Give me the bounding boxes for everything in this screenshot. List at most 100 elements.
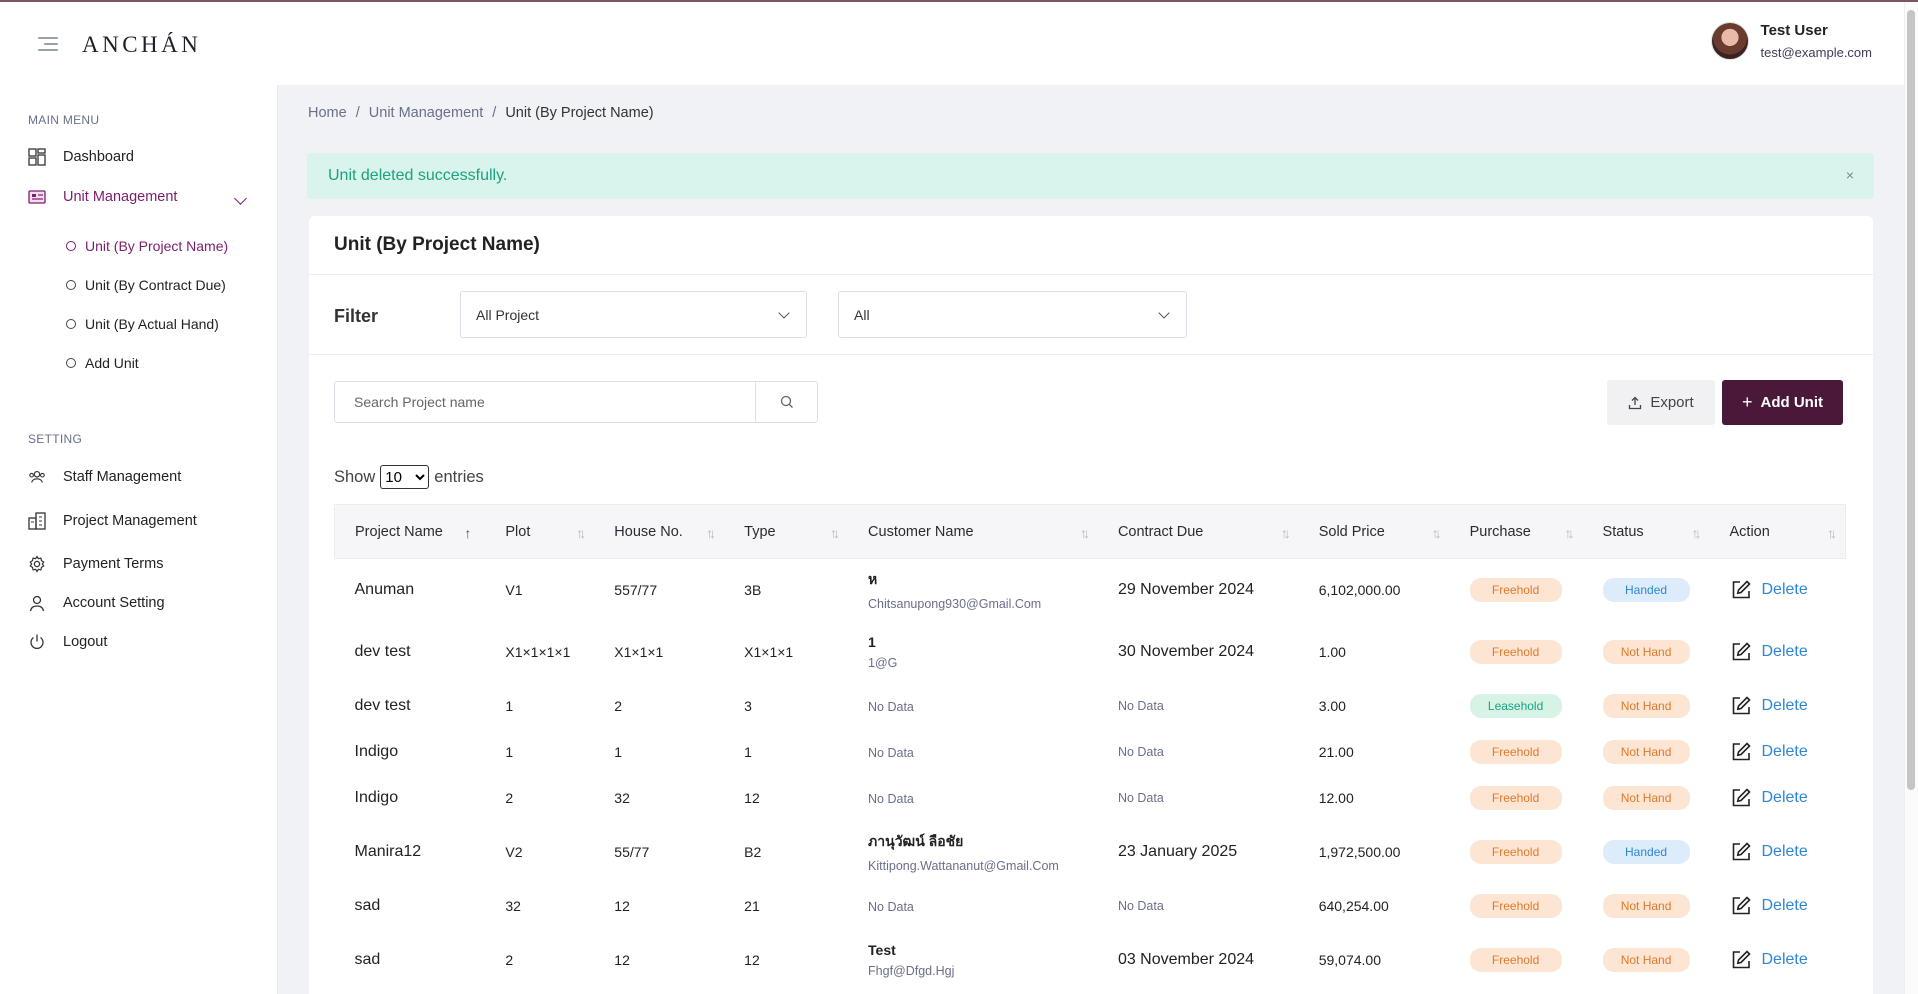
sort-icon[interactable]: ↑↓ <box>576 525 586 541</box>
avatar[interactable] <box>1710 22 1749 60</box>
sidebar-item-label: Dashboard <box>63 149 134 165</box>
sort-icon[interactable]: ↑↓ <box>1692 525 1702 541</box>
sort-icon[interactable]: ↑↓ <box>1432 525 1442 541</box>
delete-link[interactable]: Delete <box>1762 789 1808 807</box>
delete-action[interactable]: Delete <box>1730 787 1846 809</box>
customer-name: Test <box>868 941 896 958</box>
delete-link[interactable]: Delete <box>1762 897 1808 915</box>
column-header-type[interactable]: Type ↑↓ <box>724 504 849 559</box>
scrollbar-thumb[interactable] <box>1907 10 1915 790</box>
header-label: Contract Due <box>1117 523 1204 540</box>
delete-link[interactable]: Delete <box>1762 843 1808 861</box>
delete-action[interactable]: Delete <box>1730 841 1846 863</box>
column-header-contract-due[interactable]: Contract Due ↑↓ <box>1097 504 1299 559</box>
cell-action: Delete <box>1710 559 1846 621</box>
cell-action: Delete <box>1710 929 1846 991</box>
table-row: Anuman V1 557/77 3B ห Chitsanupong930@Gmail.C… <box>335 559 1846 621</box>
breadcrumb-home[interactable]: Home <box>308 105 347 121</box>
sidebar-subitem-unit-by-project[interactable]: Unit (By Project Name) <box>66 238 228 254</box>
app-logo[interactable]: ANCHÁN <box>82 32 201 58</box>
column-header-plot[interactable]: Plot ↑↓ <box>485 504 595 559</box>
menu-toggle-icon[interactable] <box>38 37 58 51</box>
edit-icon[interactable] <box>1730 949 1752 971</box>
sidebar-item-payment-terms[interactable]: Payment Terms <box>28 555 163 573</box>
page-size-control: Show 10 entries <box>334 465 484 489</box>
status-filter-select[interactable]: All <box>838 291 1187 338</box>
subitem-label: Add Unit <box>85 355 139 371</box>
sidebar-subitem-add-unit[interactable]: Add Unit <box>66 355 139 371</box>
delete-link[interactable]: Delete <box>1762 951 1808 969</box>
cell-contract-due: No Data <box>1098 883 1299 929</box>
delete-link[interactable]: Delete <box>1762 697 1808 715</box>
column-header-house-no[interactable]: House No. ↑↓ <box>594 504 725 559</box>
cell-purchase: Freehold <box>1450 621 1583 683</box>
edit-icon[interactable] <box>1730 579 1752 601</box>
breadcrumb-unit-management[interactable]: Unit Management <box>369 105 483 121</box>
no-data-text: No Data <box>868 699 914 714</box>
export-button[interactable]: Export <box>1607 380 1715 425</box>
sidebar-subitem-unit-by-contract-due[interactable]: Unit (By Contract Due) <box>66 277 226 293</box>
project-filter-select[interactable]: All Project <box>460 291 807 338</box>
page-scrollbar[interactable] <box>1904 2 1918 994</box>
sort-icon[interactable]: ↑↓ <box>706 525 716 541</box>
sidebar-item-account-setting[interactable]: Account Setting <box>28 594 165 612</box>
chevron-down-icon[interactable] <box>234 192 247 205</box>
delete-action[interactable]: Delete <box>1730 949 1846 971</box>
sidebar: MAIN MENU Dashboard Unit Management Unit… <box>0 85 278 994</box>
column-header-action[interactable]: Action ↑↓ <box>1709 504 1846 559</box>
cell-action: Delete <box>1710 621 1846 683</box>
cell-purchase: Freehold <box>1450 775 1583 821</box>
sort-icon[interactable]: ↑↓ <box>1080 525 1090 541</box>
cell-project-name: sad <box>354 896 381 914</box>
column-header-sold-price[interactable]: Sold Price ↑↓ <box>1298 504 1450 559</box>
column-header-customer-name[interactable]: Customer Name ↑↓ <box>848 504 1098 559</box>
sidebar-item-unit-management[interactable]: Unit Management <box>28 188 177 206</box>
cell-project-name: sad <box>354 950 381 968</box>
purchase-badge: Freehold <box>1469 947 1562 972</box>
delete-action[interactable]: Delete <box>1730 579 1846 601</box>
search-box <box>334 381 818 423</box>
add-unit-button[interactable]: + Add Unit <box>1722 380 1843 425</box>
delete-link[interactable]: Delete <box>1762 743 1808 761</box>
sort-icon[interactable]: ↑↓ <box>1827 525 1837 541</box>
subitem-label: Unit (By Actual Hand) <box>85 316 219 332</box>
cell-project-name: Indigo <box>354 742 399 760</box>
user-profile[interactable]: Test User test@example.com <box>1710 22 1872 60</box>
edit-icon[interactable] <box>1730 841 1752 863</box>
header-label: Sold Price <box>1318 523 1385 540</box>
column-header-purchase[interactable]: Purchase ↑↓ <box>1449 504 1583 559</box>
search-input[interactable] <box>335 382 757 422</box>
delete-action[interactable]: Delete <box>1730 741 1846 763</box>
delete-action[interactable]: Delete <box>1730 695 1846 717</box>
sidebar-subitem-unit-by-actual-hand[interactable]: Unit (By Actual Hand) <box>66 316 219 332</box>
edit-icon[interactable] <box>1730 695 1752 717</box>
delete-link[interactable]: Delete <box>1762 581 1808 599</box>
sidebar-item-project-management[interactable]: Project Management <box>28 512 197 530</box>
sidebar-item-label: Project Management <box>63 513 197 529</box>
table-row: dev test 1 2 3 No Data No Data 3.00 Leasehold No… <box>335 683 1846 729</box>
cell-action: Delete <box>1710 729 1846 775</box>
edit-icon[interactable] <box>1730 895 1752 917</box>
edit-icon[interactable] <box>1730 787 1752 809</box>
sort-icon[interactable]: ↑↓ <box>1565 525 1575 541</box>
sort-icon[interactable]: ↑↓ <box>1281 525 1291 541</box>
search-button[interactable] <box>755 382 817 422</box>
user-icon <box>28 594 46 612</box>
sidebar-item-dashboard[interactable]: Dashboard <box>28 148 134 166</box>
delete-action[interactable]: Delete <box>1730 895 1846 917</box>
close-icon[interactable]: × <box>1846 167 1854 183</box>
no-data-text: No Data <box>1117 698 1164 713</box>
delete-link[interactable]: Delete <box>1762 643 1808 661</box>
divider <box>309 274 1873 275</box>
edit-icon[interactable] <box>1730 741 1752 763</box>
sort-asc-icon[interactable]: ↑ <box>464 525 471 541</box>
sidebar-item-staff-management[interactable]: Staff Management <box>28 468 181 486</box>
page-size-select[interactable]: 10 <box>380 465 430 489</box>
sort-icon[interactable]: ↑↓ <box>830 525 840 541</box>
cell-plot: 32 <box>505 897 521 914</box>
column-header-project-name[interactable]: Project Name ↑ <box>334 504 486 559</box>
sidebar-item-logout[interactable]: Logout <box>28 633 107 651</box>
edit-icon[interactable] <box>1730 641 1752 663</box>
column-header-status[interactable]: Status ↑↓ <box>1582 504 1710 559</box>
delete-action[interactable]: Delete <box>1730 641 1846 663</box>
